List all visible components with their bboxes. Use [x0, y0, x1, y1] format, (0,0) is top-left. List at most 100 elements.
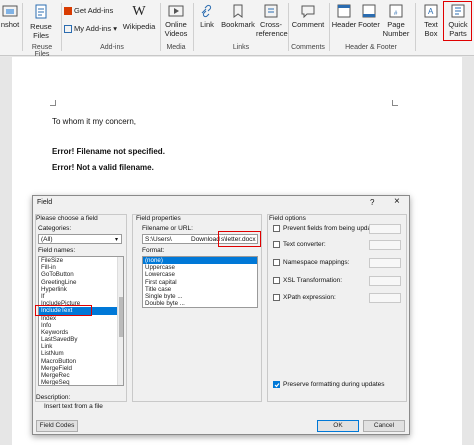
field-dialog: Field ? × Please choose a field Categori… — [32, 195, 410, 435]
close-button[interactable]: × — [394, 196, 400, 207]
xpath-expression-checkbox[interactable] — [273, 294, 280, 301]
field-name-item[interactable]: MergeRec — [39, 372, 117, 379]
page-number-label-2: Number — [382, 29, 410, 38]
format-item[interactable]: Title case — [143, 286, 257, 293]
format-list[interactable]: (none) Uppercase Lowercase First capital Tit… — [142, 256, 258, 308]
wikipedia-button[interactable]: W Wikipedia — [122, 4, 156, 31]
field-name-item[interactable]: LastSavedBy — [39, 336, 117, 343]
wikipedia-label: Wikipedia — [122, 22, 156, 31]
text-box-icon: A — [424, 4, 438, 18]
field-names-list[interactable]: FileSize Fill-in GoToButton GreetingLine Hyp… — [38, 256, 124, 386]
link-button[interactable]: Link — [196, 4, 218, 29]
footer-icon — [362, 4, 376, 18]
page-number-button[interactable]: # Page Number — [381, 4, 411, 38]
comment-button[interactable]: Comment — [290, 4, 326, 29]
document-error-line: Error! Not a valid filename. — [52, 163, 154, 172]
cross-reference-button[interactable]: Cross- reference — [256, 4, 288, 38]
xpath-expression-field[interactable] — [369, 293, 401, 303]
group-label-header-footer: Header & Footer — [345, 44, 397, 51]
field-name-item[interactable]: Hyperlink — [39, 286, 117, 293]
field-name-item[interactable]: MergeSeq — [39, 379, 117, 385]
namespace-mappings-checkbox[interactable] — [273, 259, 280, 266]
text-converter-checkbox[interactable] — [273, 241, 280, 248]
reuse-files-button[interactable]: Reuse Files — [26, 4, 56, 40]
group-label-links: Links — [232, 44, 250, 51]
get-addins-button[interactable]: Get Add-ins — [64, 6, 120, 16]
field-name-item[interactable]: MergeField — [39, 365, 117, 372]
format-item[interactable]: (none) — [143, 257, 257, 265]
group-separator — [22, 3, 23, 51]
svg-text:A: A — [428, 7, 434, 16]
cross-reference-label-2: reference — [256, 29, 288, 38]
field-name-item[interactable]: Keywords — [39, 329, 117, 336]
text-converter-field[interactable] — [369, 240, 401, 250]
field-name-item[interactable]: Link — [39, 343, 117, 350]
checkmark-icon — [274, 383, 280, 388]
bookmark-button[interactable]: Bookmark — [220, 4, 256, 29]
header-icon — [337, 4, 351, 18]
scrollbar-thumb[interactable] — [119, 297, 123, 337]
chevron-down-icon: ▾ — [115, 237, 119, 243]
link-label: Link — [200, 20, 214, 29]
format-item[interactable]: Uppercase — [143, 264, 257, 271]
text-box-button[interactable]: A Text Box — [419, 4, 443, 38]
group-separator — [193, 3, 194, 51]
help-button[interactable]: ? — [370, 198, 374, 207]
xsl-transformation-checkbox[interactable] — [273, 277, 280, 284]
field-name-item[interactable]: Info — [39, 322, 117, 329]
filename-label: Filename or URL: — [142, 225, 193, 232]
field-codes-button[interactable]: Field Codes — [36, 420, 78, 432]
margin-corner-marker — [50, 100, 56, 106]
ok-button[interactable]: OK — [317, 420, 359, 432]
field-name-item[interactable]: GoToButton — [39, 271, 117, 278]
group-label-reuse-files: Reuse Files — [31, 44, 53, 58]
group-label-media: Media — [166, 44, 186, 51]
categories-select[interactable]: (All) ▾ — [38, 234, 122, 244]
preserve-formatting-checkbox[interactable] — [273, 381, 280, 388]
filename-value: S:\Users\ — [145, 236, 172, 243]
field-name-item[interactable]: FileSize — [39, 257, 117, 264]
reuse-files-label: Reuse Files — [30, 22, 52, 40]
format-item[interactable]: Double byte ... — [143, 300, 257, 307]
online-videos-label-1: Online — [165, 20, 187, 29]
document-line: To whom it my concern, — [52, 117, 137, 126]
format-item[interactable]: Single byte ... — [143, 293, 257, 300]
screenshot-button[interactable]: nshot — [0, 4, 20, 29]
margin-corner-marker — [392, 100, 398, 106]
footer-button[interactable]: Footer — [357, 4, 381, 29]
wikipedia-icon: W — [132, 4, 146, 19]
categories-label: Categories: — [38, 225, 72, 232]
prevent-update-checkbox[interactable] — [273, 225, 280, 232]
field-name-item[interactable]: Fill-in — [39, 264, 117, 271]
includetext-highlight — [35, 305, 92, 316]
field-name-item[interactable]: GreetingLine — [39, 279, 117, 286]
format-item[interactable]: First capital — [143, 279, 257, 286]
choose-field-label: Please choose a field — [36, 215, 98, 222]
group-label-comments: Comments — [291, 44, 325, 51]
text-box-label-2: Box — [424, 29, 438, 38]
filename-highlight — [218, 231, 261, 247]
field-name-item[interactable]: ListNum — [39, 350, 117, 357]
field-name-item[interactable]: MacroButton — [39, 358, 117, 365]
addins-icon — [64, 25, 72, 34]
cancel-button[interactable]: Cancel — [363, 420, 405, 432]
xsl-transformation-field[interactable] — [369, 276, 401, 286]
page-number-label-1: Page — [387, 20, 405, 29]
document-error-line: Error! Filename not specified. — [52, 147, 165, 156]
group-separator — [415, 3, 416, 51]
namespace-mappings-field[interactable] — [369, 258, 401, 268]
footer-label: Footer — [358, 20, 380, 29]
field-list-scrollbar[interactable] — [117, 257, 123, 385]
format-item[interactable]: Lowercase — [143, 271, 257, 278]
header-button[interactable]: Header — [331, 4, 357, 29]
xsl-transformation-label: XSL Transformation: — [283, 277, 343, 284]
video-icon — [168, 5, 184, 17]
bookmark-icon — [233, 4, 243, 18]
field-name-item[interactable]: If — [39, 293, 117, 300]
online-videos-button[interactable]: Online Videos — [162, 4, 190, 38]
description-text: Insert text from a file — [44, 403, 103, 410]
my-addins-button[interactable]: My Add-ins ▾ — [64, 24, 120, 34]
option-button[interactable] — [369, 224, 401, 234]
ribbon: nshot Reuse Files Reuse Files Get Add-in… — [0, 0, 474, 58]
namespace-mappings-label: Namespace mappings: — [283, 259, 350, 266]
